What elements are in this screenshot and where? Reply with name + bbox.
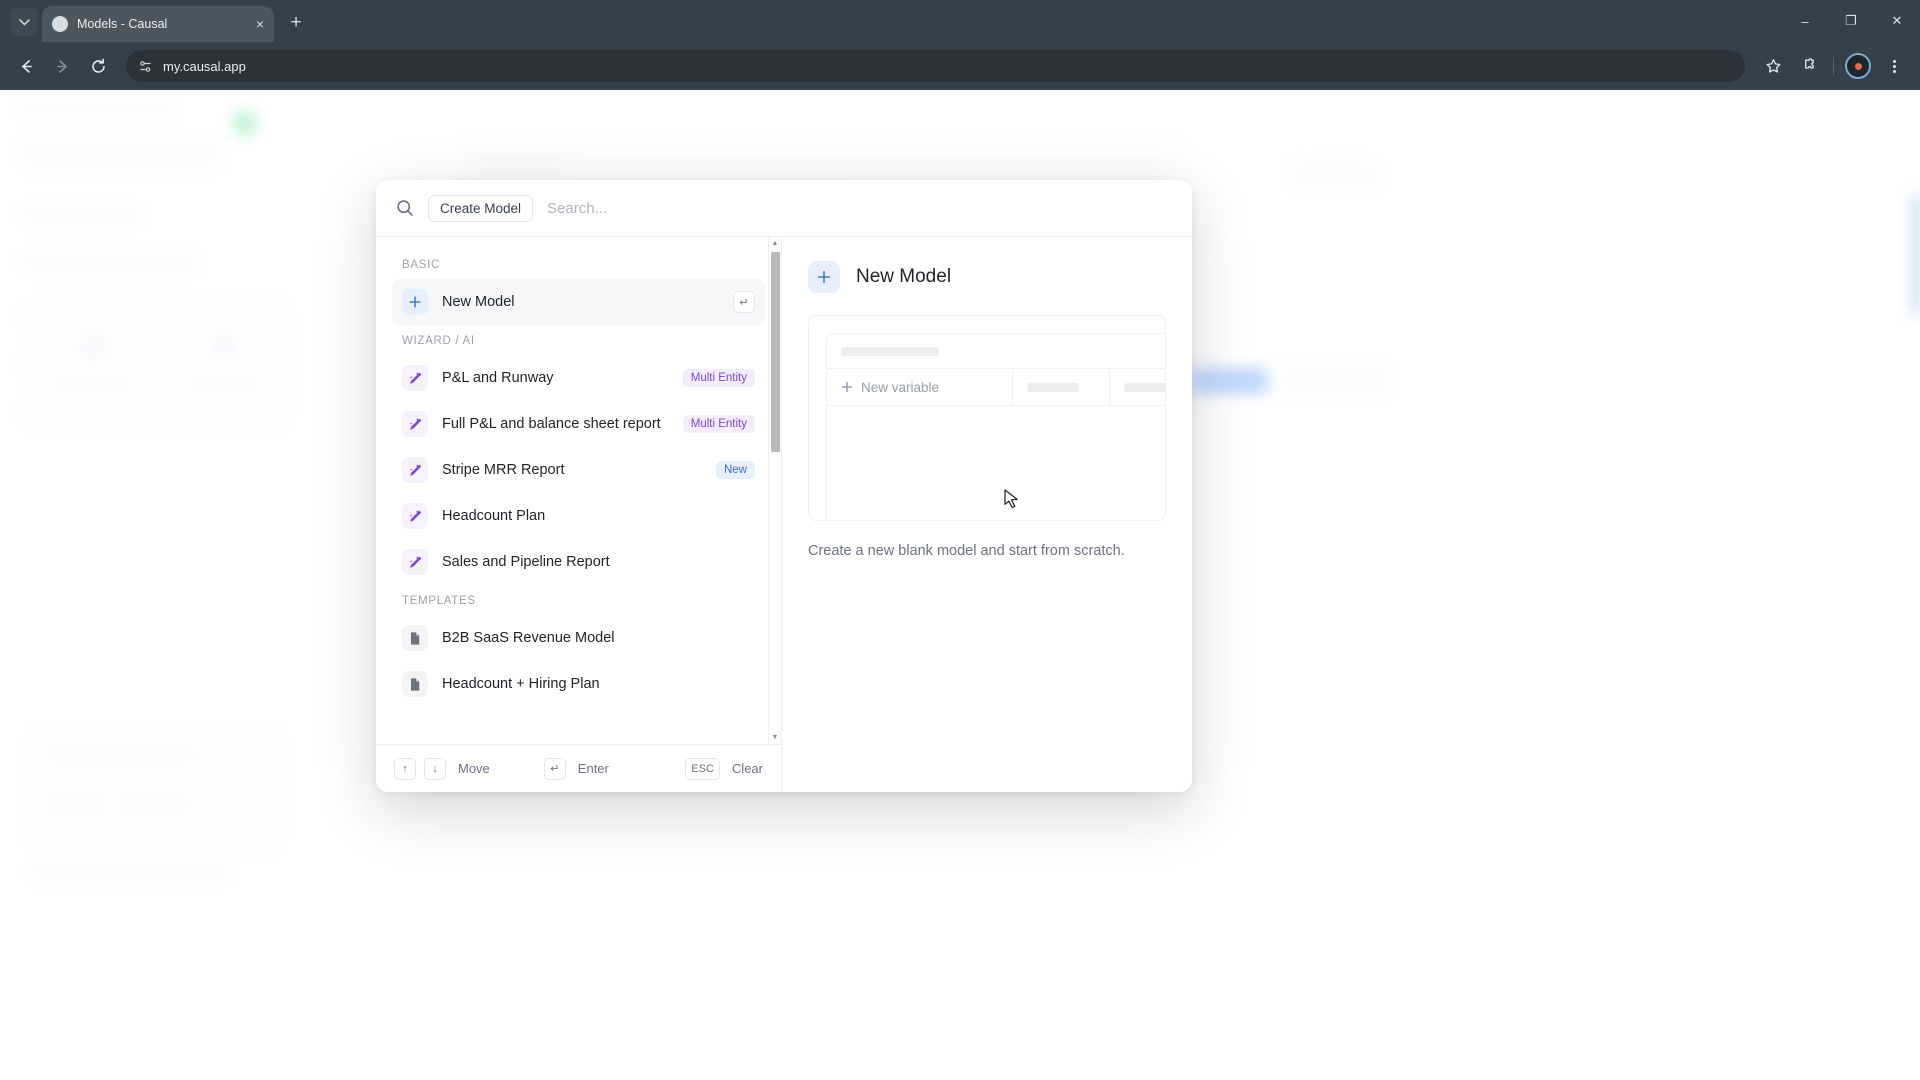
results-list: BASIC New Model ↵ WIZARD / AI P&L and Runway… bbox=[376, 249, 781, 707]
scrollbar[interactable]: ▲ ▼ bbox=[768, 237, 781, 744]
result-item-label: Full P&L and balance sheet report bbox=[442, 416, 661, 432]
enter-hint-label: Enter bbox=[577, 761, 609, 776]
result-item[interactable]: Sales and Pipeline Report bbox=[392, 539, 765, 585]
group-label: WIZARD / AI bbox=[402, 335, 475, 347]
result-item[interactable]: Headcount Plan bbox=[392, 493, 765, 539]
scrollbar-thumb[interactable] bbox=[771, 252, 780, 452]
address-bar[interactable]: my.causal.app bbox=[126, 50, 1745, 82]
window-controls: – ❐ ✕ bbox=[1782, 0, 1920, 42]
result-item-label: P&L and Runway bbox=[442, 370, 554, 386]
mock-table-title bbox=[827, 334, 1165, 368]
result-item-label: Headcount Plan bbox=[442, 508, 546, 524]
preview-description: Create a new blank model and start from … bbox=[808, 543, 1125, 559]
results-column: BASIC New Model ↵ WIZARD / AI P&L and Runway… bbox=[376, 237, 782, 792]
tab-title: Models - Causal bbox=[77, 17, 168, 31]
magic-wand-icon bbox=[402, 549, 428, 575]
result-item-label: B2B SaaS Revenue Model bbox=[442, 630, 615, 646]
create-model-dialog: Create Model BASIC New Model ↵ WIZARD / AI P… bbox=[376, 180, 1192, 792]
skeleton-bar bbox=[1027, 382, 1079, 392]
mock-table-header-row: New variable bbox=[827, 368, 1165, 406]
minimize-button[interactable]: – bbox=[1782, 0, 1828, 42]
maximize-button[interactable]: ❐ bbox=[1828, 0, 1874, 42]
new-variable-label: New variable bbox=[861, 379, 940, 395]
tab-search-button[interactable] bbox=[10, 8, 38, 36]
magic-wand-icon bbox=[402, 503, 428, 529]
plus-icon bbox=[402, 289, 428, 315]
status-badge: Multi Entity bbox=[682, 369, 755, 387]
page-viewport: Create Model BASIC New Model ↵ WIZARD / AI P… bbox=[0, 90, 1920, 1080]
move-hint-label: Move bbox=[458, 761, 490, 776]
bookmark-star-icon[interactable] bbox=[1757, 50, 1789, 82]
preview-header: New Model bbox=[808, 261, 1166, 293]
result-item[interactable]: B2B SaaS Revenue Model bbox=[392, 615, 765, 661]
browser-window: Models - Causal × + – ❐ ✕ my.causal.app bbox=[0, 0, 1920, 1080]
browser-tab[interactable]: Models - Causal × bbox=[42, 6, 274, 42]
dialog-footer: ↑ ↓ Move ↵ Enter ESC Clear bbox=[376, 744, 781, 792]
result-item-label: New Model bbox=[442, 294, 515, 310]
new-tab-button[interactable]: + bbox=[282, 9, 310, 37]
result-item-label: Sales and Pipeline Report bbox=[442, 554, 610, 570]
extensions-puzzle-icon[interactable] bbox=[1793, 50, 1825, 82]
magic-wand-icon bbox=[402, 411, 428, 437]
new-variable-cell[interactable]: New variable bbox=[827, 369, 1013, 405]
document-icon bbox=[402, 625, 428, 651]
back-icon[interactable] bbox=[10, 50, 42, 82]
tab-strip: Models - Causal × + – ❐ ✕ bbox=[0, 0, 1920, 42]
arrow-up-key[interactable]: ↑ bbox=[394, 757, 416, 780]
browser-toolbar: my.causal.app bbox=[0, 42, 1920, 90]
result-item-label: Stripe MRR Report bbox=[442, 462, 565, 478]
dialog-search-bar: Create Model bbox=[376, 180, 1192, 237]
scroll-down-button[interactable]: ▼ bbox=[769, 731, 781, 744]
result-item-label: Headcount + Hiring Plan bbox=[442, 676, 600, 692]
forward-icon[interactable] bbox=[46, 50, 78, 82]
mock-table-column bbox=[1013, 369, 1110, 405]
avatar[interactable] bbox=[1842, 50, 1874, 82]
plus-icon bbox=[808, 261, 840, 293]
group-label: BASIC bbox=[402, 259, 440, 271]
status-badge: Multi Entity bbox=[682, 415, 755, 433]
dialog-body: BASIC New Model ↵ WIZARD / AI P&L and Runway… bbox=[376, 237, 1192, 792]
reload-icon[interactable] bbox=[82, 50, 114, 82]
window-close-button[interactable]: ✕ bbox=[1874, 0, 1920, 42]
result-item[interactable]: Stripe MRR Report New bbox=[392, 447, 765, 493]
search-input[interactable] bbox=[547, 199, 1172, 217]
skeleton-bar bbox=[1124, 382, 1165, 392]
arrow-down-key[interactable]: ↓ bbox=[424, 757, 446, 780]
search-icon bbox=[396, 199, 414, 217]
toolbar-divider bbox=[1833, 57, 1834, 75]
chrome-menu-icon[interactable] bbox=[1878, 50, 1910, 82]
group-label: TEMPLATES bbox=[402, 595, 476, 607]
preview-illustration: New variable bbox=[808, 315, 1166, 521]
preview-panel: New Model New variable Create a new blan… bbox=[782, 237, 1192, 792]
url-text: my.causal.app bbox=[163, 58, 246, 74]
mock-model-table: New variable bbox=[826, 333, 1165, 520]
enter-key-hint: ↵ bbox=[733, 291, 755, 313]
status-badge: New bbox=[715, 461, 755, 479]
plus-icon bbox=[841, 381, 853, 393]
skeleton-bar bbox=[841, 346, 939, 356]
globe-icon bbox=[52, 16, 68, 32]
result-item[interactable]: P&L and Runway Multi Entity bbox=[392, 355, 765, 401]
create-model-chip[interactable]: Create Model bbox=[428, 194, 534, 222]
magic-wand-icon bbox=[402, 365, 428, 391]
esc-key[interactable]: ESC bbox=[685, 757, 720, 780]
close-icon[interactable]: × bbox=[256, 17, 264, 31]
result-item[interactable]: New Model ↵ bbox=[392, 279, 765, 325]
document-icon bbox=[402, 671, 428, 697]
enter-key[interactable]: ↵ bbox=[543, 757, 566, 780]
result-item[interactable]: Headcount + Hiring Plan bbox=[392, 661, 765, 707]
clear-hint-label: Clear bbox=[731, 761, 763, 776]
site-settings-icon[interactable] bbox=[138, 59, 153, 74]
results-scroll-area[interactable]: BASIC New Model ↵ WIZARD / AI P&L and Runway… bbox=[376, 237, 781, 744]
result-item[interactable]: Full P&L and balance sheet report Multi E… bbox=[392, 401, 765, 447]
mock-table-column bbox=[1110, 369, 1165, 405]
scroll-up-button[interactable]: ▲ bbox=[769, 237, 781, 250]
magic-wand-icon bbox=[402, 457, 428, 483]
preview-title: New Model bbox=[856, 266, 952, 287]
